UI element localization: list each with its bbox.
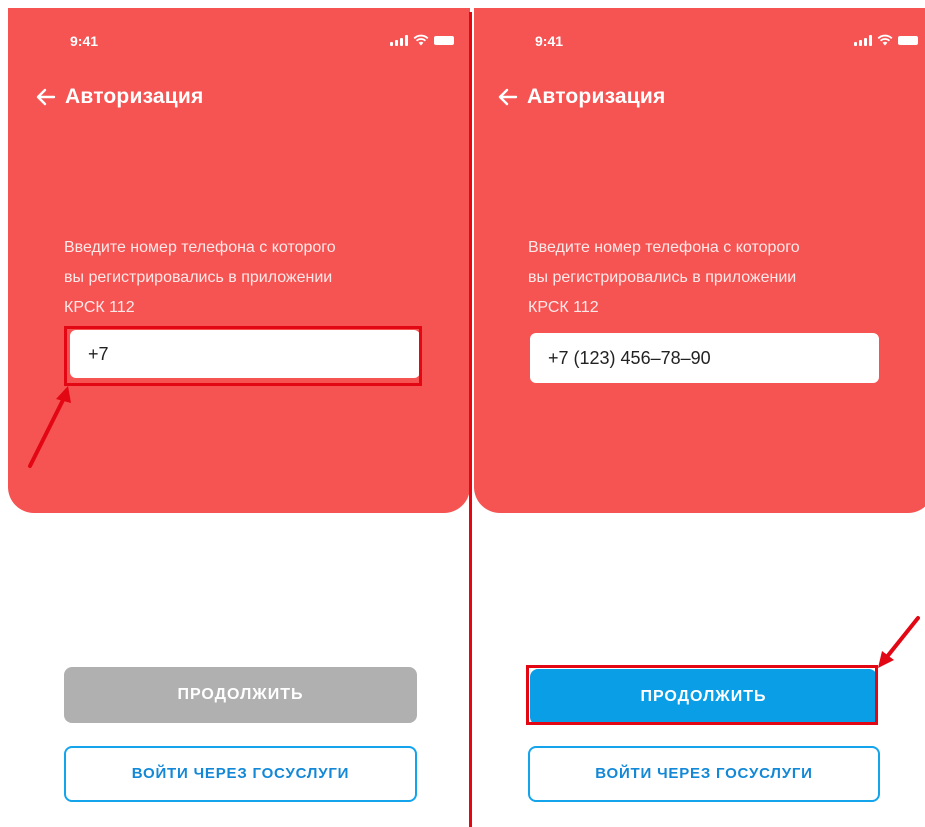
gosuslugi-login-button[interactable]: ВОЙТИ ЧЕРЕЗ ГОСУСЛУГИ [528, 746, 880, 802]
battery-icon [434, 35, 454, 45]
status-time: 9:41 [535, 33, 564, 49]
prompt-line-1: Введите номер телефона с которого [528, 239, 800, 256]
battery-icon [898, 35, 918, 45]
arrow-left-icon[interactable] [497, 86, 519, 108]
phone-prompt-text: Введите номер телефона с которого вы рег… [528, 233, 888, 323]
comparison-screenshot: 9:41 Авторизация Введите номер телефона … [0, 0, 925, 827]
prompt-line-2: вы регистрировались в приложении [64, 269, 333, 286]
status-icons [390, 34, 454, 46]
page-title: Авторизация [65, 85, 204, 108]
page-title: Авторизация [527, 85, 666, 108]
prompt-line-3: КРСК 112 [64, 299, 135, 316]
gosuslugi-login-button[interactable]: ВОЙТИ ЧЕРЕЗ ГОСУСЛУГИ [64, 746, 417, 802]
wifi-icon [413, 34, 429, 46]
status-time: 9:41 [70, 33, 99, 49]
comparison-divider [469, 12, 472, 827]
phone-prompt-text: Введите номер телефона с которого вы рег… [64, 233, 424, 323]
prompt-line-3: КРСК 112 [528, 299, 599, 316]
app-header: Авторизация [35, 85, 204, 109]
status-icons [854, 34, 918, 46]
phone-number-input[interactable] [70, 330, 420, 378]
phone-screen-before: 9:41 Авторизация Введите номер телефона … [8, 0, 470, 827]
phone-screen-after: 9:41 Авторизация Введите номер телефона … [474, 0, 925, 827]
app-header: Авторизация [497, 85, 666, 109]
signal-icon [854, 34, 872, 46]
phone-number-input[interactable] [530, 333, 879, 383]
prompt-line-1: Введите номер телефона с которого [64, 239, 336, 256]
continue-button-disabled[interactable]: ПРОДОЛЖИТЬ [64, 667, 417, 723]
continue-button-active[interactable]: ПРОДОЛЖИТЬ [530, 669, 877, 725]
arrow-left-icon[interactable] [35, 86, 57, 108]
prompt-line-2: вы регистрировались в приложении [528, 269, 797, 286]
wifi-icon [877, 34, 893, 46]
signal-icon [390, 34, 408, 46]
